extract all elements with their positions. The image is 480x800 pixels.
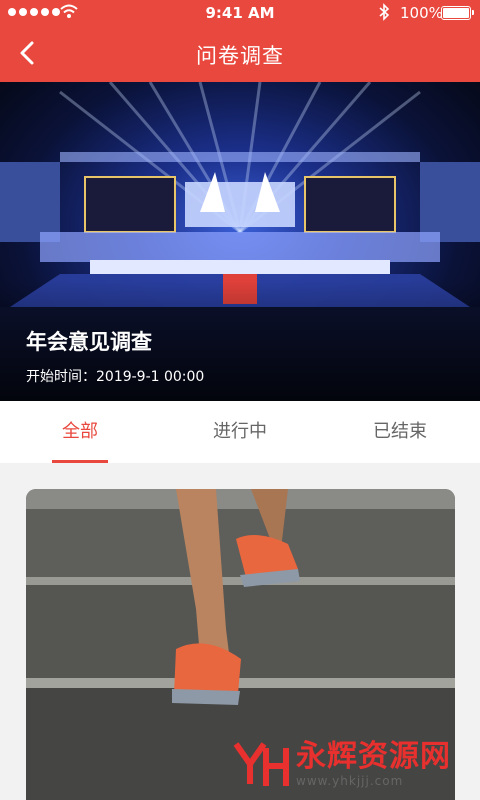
header: 9:41 AM 100% 问卷调查	[0, 0, 480, 82]
tab-label: 已结束	[373, 421, 427, 442]
status-bar: 9:41 AM 100%	[0, 0, 480, 26]
page-title: 问卷调查	[196, 44, 284, 68]
tab-label: 进行中	[213, 421, 267, 442]
nav-bar: 问卷调查	[0, 28, 480, 82]
tab-all[interactable]: 全部	[0, 401, 160, 463]
watermark-name: 永辉资源网	[296, 739, 451, 774]
app-screen: 9:41 AM 100% 问卷调查 年会意见调查 开始时间：2019-9-1 0…	[0, 0, 480, 800]
tab-ended[interactable]: 已结束	[320, 401, 480, 463]
watermark: 永辉资源网 www.yhkjjj.com	[232, 738, 451, 790]
battery-icon	[441, 6, 474, 20]
banner-image[interactable]: 年会意见调查 开始时间：2019-9-1 00:00	[0, 82, 480, 401]
battery-percent: 100%	[400, 4, 443, 22]
bluetooth-icon	[379, 3, 390, 21]
watermark-url: www.yhkjjj.com	[296, 774, 404, 788]
filter-tabs: 全部 进行中 已结束	[0, 401, 480, 463]
tab-in-progress[interactable]: 进行中	[160, 401, 320, 463]
tab-label: 全部	[62, 421, 98, 442]
watermark-logo-icon	[233, 742, 289, 786]
survey-start-time: 开始时间：2019-9-1 00:00	[26, 369, 205, 385]
survey-title: 年会意见调查	[26, 330, 152, 354]
active-tab-indicator	[52, 460, 108, 463]
